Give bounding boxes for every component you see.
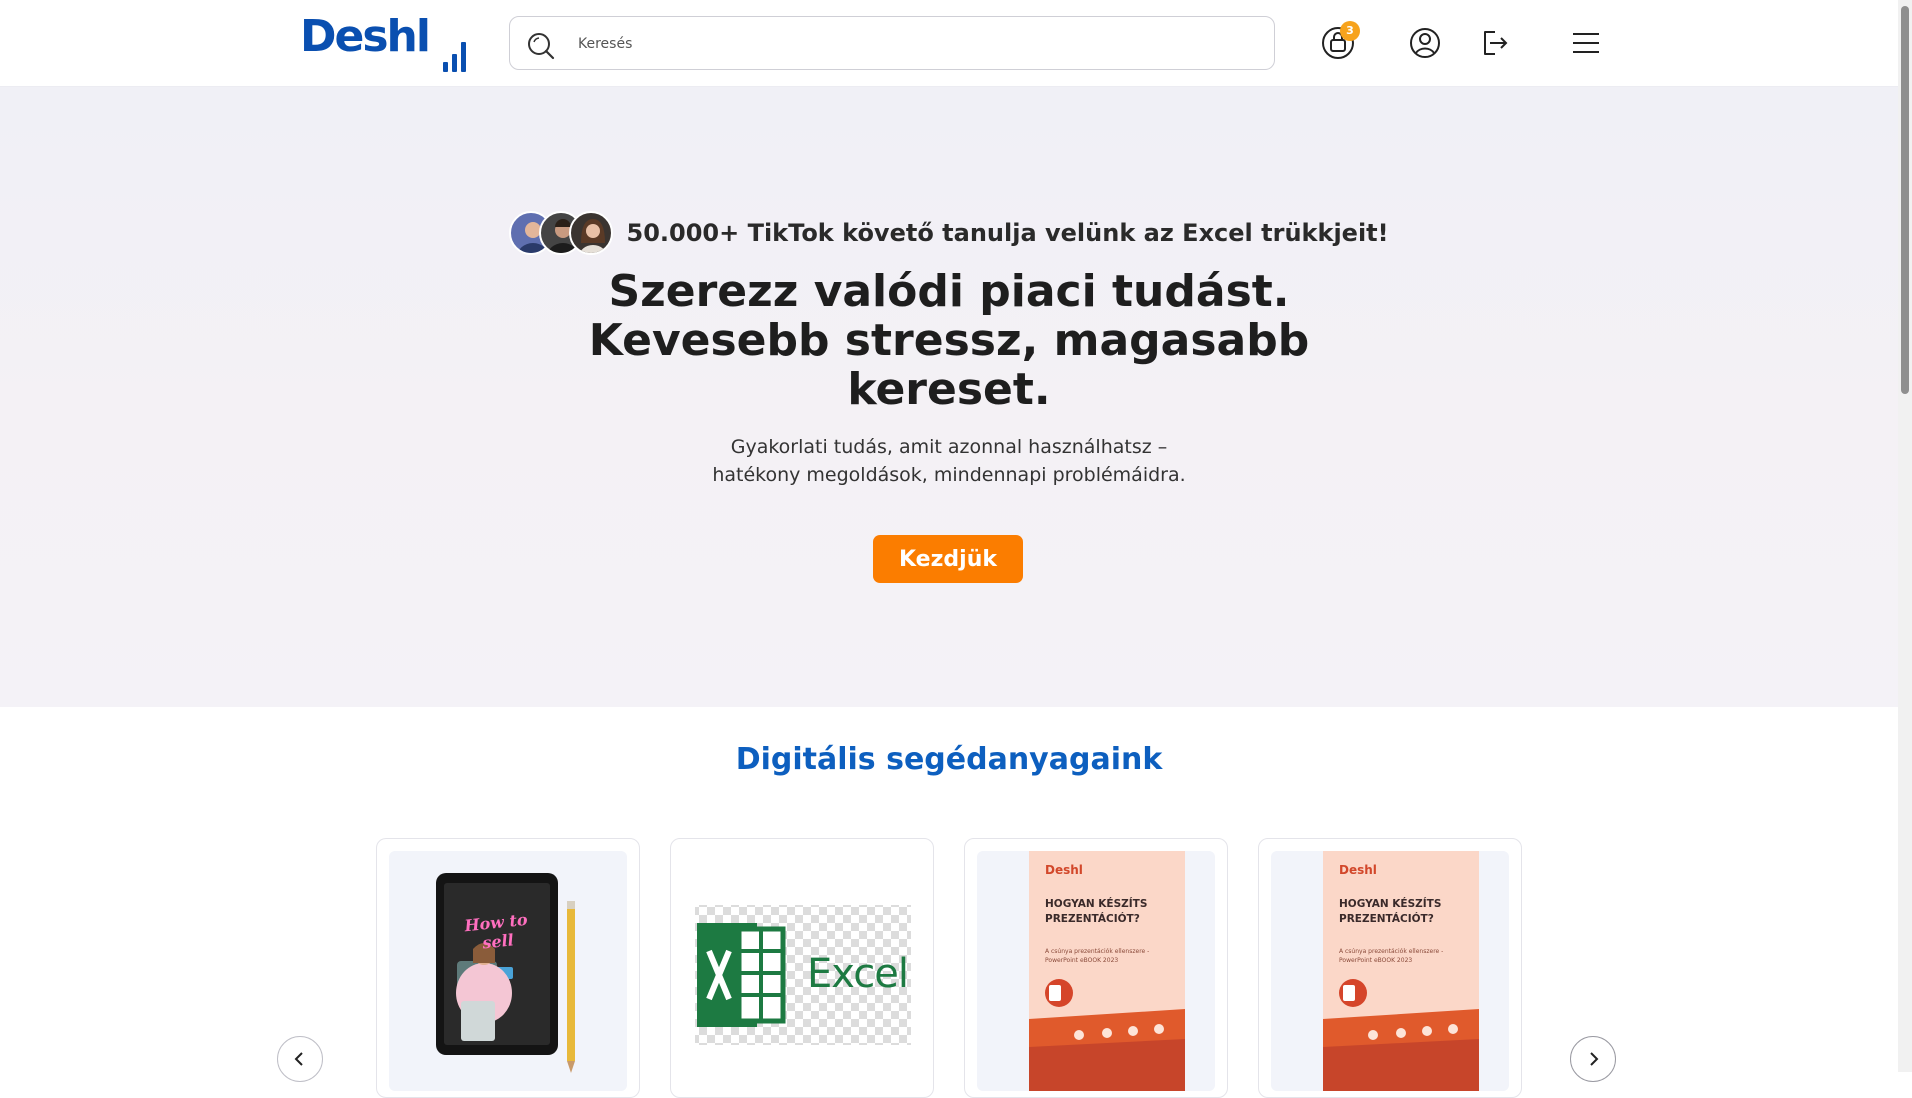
ebook-title: HOGYAN KÉSZÍTS PREZENTÁCIÓT? [1339, 898, 1442, 925]
excel-label: Excel [807, 951, 909, 997]
search-icon[interactable] [526, 31, 556, 61]
deshli-logo[interactable]: Deshl [300, 11, 466, 72]
ebook-brand: Deshl [1339, 863, 1377, 877]
hero-title-line: kereset. [847, 364, 1051, 415]
ebook-description: A csúnya prezentációk ellenszere - Power… [1339, 948, 1444, 964]
menu-icon[interactable] [1567, 24, 1605, 62]
logo-bars-icon [443, 32, 473, 72]
logo-text: Deshl [300, 11, 431, 62]
logout-icon[interactable] [1475, 24, 1513, 62]
product-image-ebook: Deshl HOGYAN KÉSZÍTS PREZENTÁCIÓT? A csú… [977, 851, 1215, 1091]
ebook-brand: Deshl [1045, 863, 1083, 877]
hero-title-line: Kevesebb stressz, magasabb [588, 315, 1310, 366]
hero-section: 50.000+ TikTok követő tanulja velünk az … [0, 87, 1898, 707]
scrollbar-thumb[interactable] [1901, 6, 1909, 394]
ebook-cover: Deshl HOGYAN KÉSZÍTS PREZENTÁCIÓT? A csú… [1029, 851, 1185, 1091]
products-section-title: Digitális segédanyagaink [735, 742, 1163, 777]
product-card[interactable]: How to sell [376, 838, 640, 1098]
product-card[interactable]: Excel [670, 838, 934, 1098]
page-scrollbar[interactable] [1898, 0, 1912, 1072]
avatar [569, 211, 614, 255]
top-header: Deshl 3 [0, 0, 1898, 87]
product-card[interactable]: Deshl HOGYAN KÉSZÍTS PREZENTÁCIÓT? A csú… [964, 838, 1228, 1098]
product-card[interactable]: Deshl HOGYAN KÉSZÍTS PREZENTÁCIÓT? A csú… [1258, 838, 1522, 1098]
hero-subtitle: Gyakorlati tudás, amit azonnal használha… [549, 433, 1349, 489]
social-proof-text: 50.000+ TikTok követő tanulja velünk az … [626, 219, 1389, 247]
start-button[interactable]: Kezdjük [873, 535, 1023, 583]
chevron-left-icon [294, 1052, 303, 1066]
social-proof: 50.000+ TikTok követő tanulja velünk az … [0, 211, 1898, 255]
user-icon[interactable] [1406, 24, 1444, 62]
follower-avatars [509, 211, 614, 255]
cart-count-badge: 3 [1340, 21, 1360, 41]
search-input[interactable] [576, 29, 1260, 59]
hero-title-line: Szerezz valódi piaci tudást. [608, 266, 1290, 317]
hero-subtitle-line: hatékony megoldások, mindennapi problémá… [712, 464, 1186, 486]
carousel-next-button[interactable] [1570, 1036, 1616, 1082]
ebook-description: A csúnya prezentációk ellenszere - Power… [1045, 948, 1150, 964]
hero-title: Szerezz valódi piaci tudást. Kevesebb st… [549, 267, 1349, 414]
ebook-title: HOGYAN KÉSZÍTS PREZENTÁCIÓT? [1045, 898, 1148, 925]
ebook-cover: Deshl HOGYAN KÉSZÍTS PREZENTÁCIÓT? A csú… [1323, 851, 1479, 1091]
product-image-ebook: Deshl HOGYAN KÉSZÍTS PREZENTÁCIÓT? A csú… [1271, 851, 1509, 1091]
chevron-right-icon [1590, 1052, 1599, 1066]
carousel-prev-button[interactable] [277, 1036, 323, 1082]
product-image-excel: Excel [683, 851, 921, 1091]
search-box [509, 16, 1275, 70]
product-image-tablet-book: How to sell [389, 851, 627, 1091]
hero-subtitle-line: Gyakorlati tudás, amit azonnal használha… [730, 436, 1168, 458]
